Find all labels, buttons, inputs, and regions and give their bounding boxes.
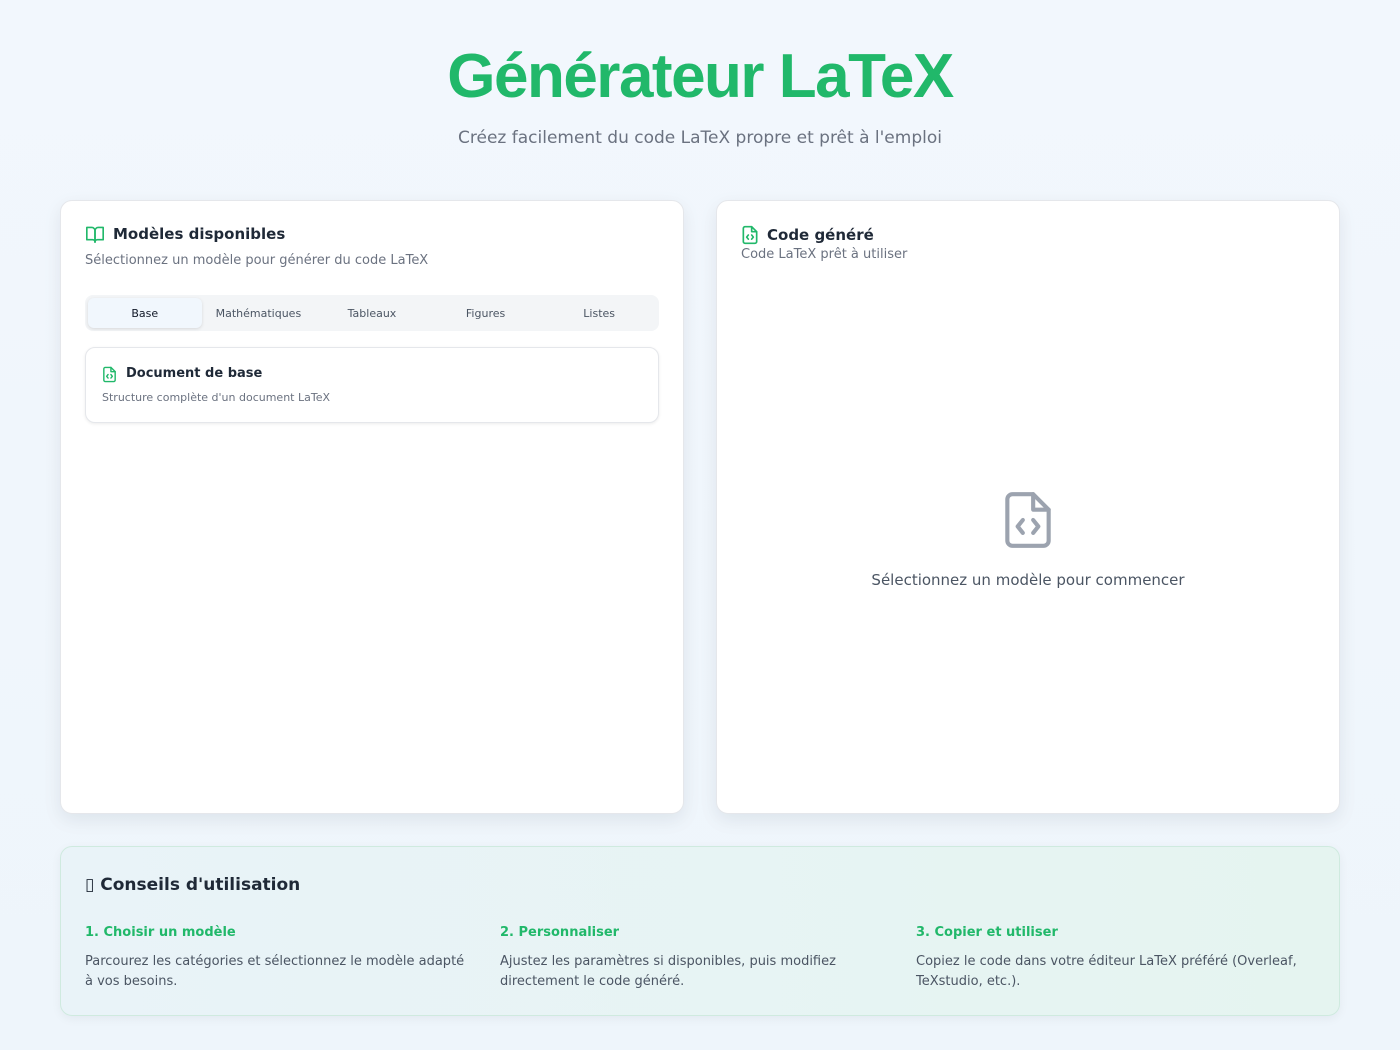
tip-text: Copiez le code dans votre éditeur LaTeX … — [916, 954, 1297, 989]
tip-text: Parcourez les catégories et sélectionnez… — [85, 954, 465, 989]
tab-tableaux[interactable]: Tableaux — [315, 298, 429, 328]
tips-title: ▯ Conseils d'utilisation — [85, 875, 301, 895]
tab-base[interactable]: Base — [88, 298, 202, 328]
page-subtitle: Créez facilement du code LaTeX propre et… — [458, 128, 942, 148]
tips-panel: ▯ Conseils d'utilisation 1. Choisir un m… — [60, 846, 1340, 1016]
file-code-icon — [717, 489, 1339, 551]
template-description: Structure complète d'un document LaTeX — [102, 391, 331, 404]
models-panel: Modèles disponibles Sélectionnez un modè… — [60, 200, 684, 814]
file-code-icon — [102, 366, 117, 383]
tab-listes[interactable]: Listes — [542, 298, 656, 328]
tip-1: 1. Choisir un modèle Parcourez les catég… — [85, 925, 475, 992]
models-panel-title: Modèles disponibles — [113, 225, 286, 243]
category-tabs: Base Mathématiques Tableaux Figures List… — [85, 295, 659, 331]
tab-mathematiques[interactable]: Mathématiques — [202, 298, 316, 328]
tab-figures[interactable]: Figures — [429, 298, 543, 328]
models-panel-description: Sélectionnez un modèle pour générer du c… — [85, 253, 429, 268]
template-title: Document de base — [126, 366, 263, 381]
code-panel-header: Code généré — [741, 225, 874, 245]
empty-state: Sélectionnez un modèle pour commencer — [717, 489, 1339, 589]
tip-title: 2. Personnaliser — [500, 925, 620, 940]
tip-title: 3. Copier et utiliser — [916, 925, 1058, 940]
empty-state-text: Sélectionnez un modèle pour commencer — [871, 571, 1185, 589]
code-panel: Code généré Code LaTeX prêt à utiliser S… — [716, 200, 1340, 814]
code-panel-title: Code généré — [767, 226, 874, 244]
file-code-icon — [741, 225, 759, 245]
book-open-icon — [85, 225, 105, 243]
page-title: Générateur LaTeX — [447, 42, 954, 111]
code-panel-description: Code LaTeX prêt à utiliser — [741, 247, 908, 262]
tip-3: 3. Copier et utiliser Copiez le code dan… — [916, 925, 1306, 992]
template-document-de-base[interactable]: Document de base Structure complète d'un… — [85, 347, 659, 423]
models-panel-header: Modèles disponibles — [85, 225, 285, 243]
tip-2: 2. Personnaliser Ajustez les paramètres … — [500, 925, 890, 992]
tip-text: Ajustez les paramètres si disponibles, p… — [500, 954, 836, 989]
tip-title: 1. Choisir un modèle — [85, 925, 236, 940]
